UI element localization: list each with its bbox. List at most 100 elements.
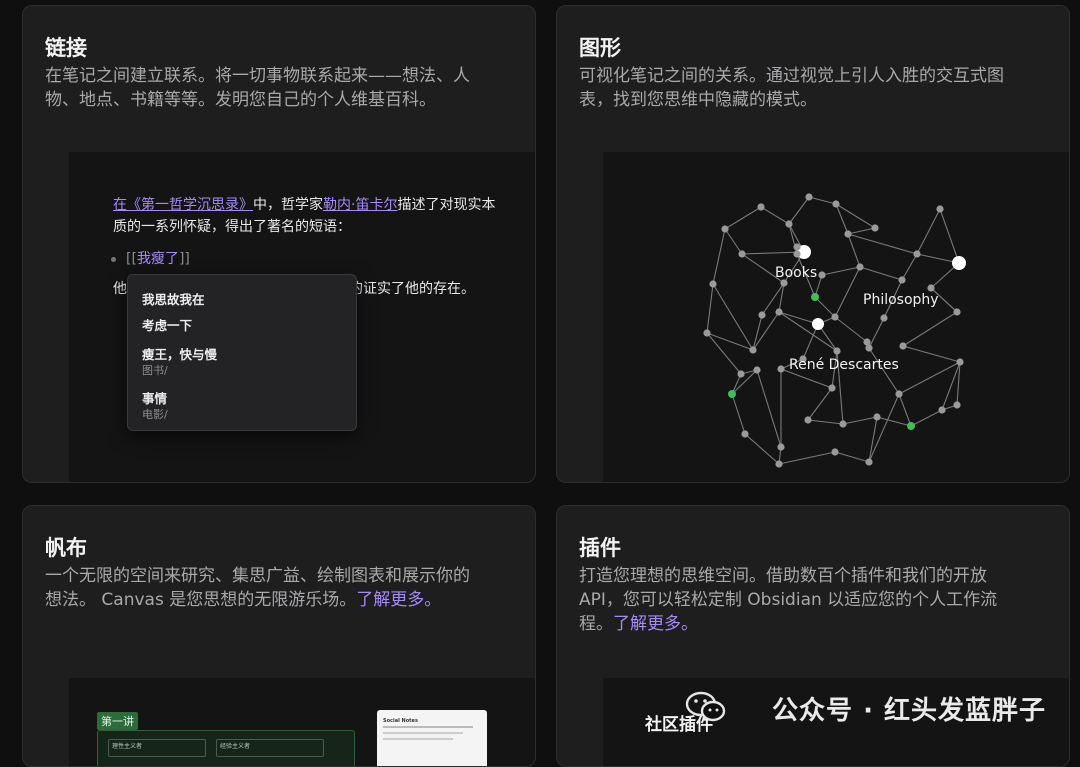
graph-node[interactable]: [839, 420, 847, 428]
bullet-dot: [111, 256, 116, 262]
plugins-desc-line1: 打造您理想的思维空间。借助数百个插件和我们的开放: [579, 566, 987, 586]
graph-node[interactable]: [728, 390, 736, 398]
suggestion-item[interactable]: 事情: [142, 388, 167, 407]
graph-node[interactable]: [907, 422, 915, 430]
graph-edge: [847, 227, 876, 235]
graph-edge: [752, 311, 780, 351]
graph-edge: [778, 311, 819, 325]
graph-edge: [712, 283, 754, 351]
graph-node[interactable]: [863, 338, 871, 346]
graph-node[interactable]: [833, 347, 841, 355]
graph-node[interactable]: [777, 443, 785, 451]
graph-edge: [834, 266, 861, 318]
graph-node[interactable]: [898, 276, 906, 284]
editor-line4-end: 的证实了他的存在。: [349, 281, 475, 297]
graph-node[interactable]: [793, 250, 801, 258]
mini-note-title: Social Notes: [383, 718, 418, 724]
suggestion-item[interactable]: 我思故我在: [142, 289, 205, 308]
suggestion-path: 电影/: [142, 408, 168, 421]
editor-paragraph: 在《第一哲学沉思录》中，哲学家勒内·笛卡尔描述了对现实本 质的一系列怀疑，得出了…: [113, 194, 533, 238]
editor-line2: 质的一系列怀疑，得出了著名的短语：: [113, 219, 351, 235]
canvas-title: 帆布: [45, 536, 87, 560]
graph-node[interactable]: [828, 384, 836, 392]
graph-node[interactable]: [793, 243, 801, 251]
graph-label-books: Books: [775, 265, 817, 281]
graph-node[interactable]: [880, 314, 888, 322]
graph-svg: Books Philosophy René Descartes: [703, 193, 966, 468]
graph-edge: [807, 419, 844, 425]
graph-node[interactable]: [844, 230, 852, 238]
graph-node[interactable]: [831, 448, 839, 456]
bracket-open: [[: [126, 251, 137, 267]
graph-node[interactable]: [812, 318, 824, 330]
graph-node[interactable]: [913, 250, 921, 258]
graph-node[interactable]: [741, 430, 749, 438]
graph-edge: [814, 296, 836, 318]
graph-node[interactable]: [785, 220, 793, 228]
graph-edge: [808, 196, 837, 205]
plugins-learn-more-link[interactable]: 了解更多。: [613, 614, 698, 634]
graph-node[interactable]: [895, 390, 903, 398]
graph-node[interactable]: [899, 342, 907, 350]
plugins-desc-line2: API，您可以轻松定制 Obsidian 以适应您的个人工作流: [579, 590, 998, 610]
graph-node[interactable]: [757, 203, 765, 211]
graph-edge: [835, 203, 849, 235]
suggestion-item[interactable]: 瘦王，快与慢: [142, 344, 217, 363]
suggestion-item[interactable]: 考虑一下: [142, 315, 192, 334]
graph-node[interactable]: [871, 224, 879, 232]
bracket-close: ]]: [178, 251, 190, 267]
bullet-link-text[interactable]: 我瘦了: [137, 251, 179, 267]
graph-node[interactable]: [953, 401, 961, 409]
graph-node[interactable]: [832, 200, 840, 208]
graph-node[interactable]: [738, 250, 746, 258]
graph-node[interactable]: [938, 406, 946, 414]
graph-edge: [724, 228, 743, 255]
canvas-learn-more-link[interactable]: 了解更多。: [356, 590, 441, 610]
graph-node[interactable]: [936, 205, 944, 213]
graph-node[interactable]: [831, 313, 839, 321]
graph-node[interactable]: [804, 416, 812, 424]
graph-node[interactable]: [775, 308, 783, 316]
graph-node[interactable]: [805, 193, 813, 201]
graph-card: 图形 可视化笔记之间的关系。通过视觉上引人入胜的交互式图 表，找到您思维中隐藏的…: [556, 5, 1070, 483]
graph-node[interactable]: [873, 413, 881, 421]
graph-node[interactable]: [865, 458, 873, 466]
graph-node[interactable]: [758, 311, 766, 319]
graph-node[interactable]: [952, 256, 966, 270]
graph-node[interactable]: [818, 271, 826, 279]
graph-node[interactable]: [721, 225, 729, 233]
graph-node[interactable]: [775, 460, 783, 468]
links-description: 在笔记之间建立联系。将一切事物联系起来——想法、人 物、地点、书籍等等。发明您自…: [45, 64, 470, 112]
graph-node[interactable]: [777, 365, 785, 373]
graph-node[interactable]: [811, 293, 819, 301]
graph-node[interactable]: [956, 358, 964, 366]
editor-text-end: 描述了对现实本: [397, 197, 496, 213]
graph-edge: [901, 253, 918, 281]
wikilink-meditations[interactable]: 在《第一哲学沉思录》: [113, 197, 253, 213]
graph-node[interactable]: [856, 263, 864, 271]
graph-node[interactable]: [953, 308, 961, 316]
graph-node[interactable]: [709, 280, 717, 288]
graph-edge: [731, 393, 746, 435]
links-desc-line1: 在笔记之间建立联系。将一切事物联系起来——想法、人: [45, 66, 470, 86]
canvas-card-empiricists[interactable]: 经验主义者: [216, 739, 324, 757]
graph-node[interactable]: [737, 370, 745, 378]
canvas-card-rationalists[interactable]: 理性主义者: [108, 739, 206, 757]
graph-description: 可视化笔记之间的关系。通过视觉上引人入胜的交互式图 表，找到您思维中隐藏的模式。: [579, 64, 1004, 112]
graph-view[interactable]: Books Philosophy René Descartes: [603, 152, 1069, 482]
graph-edge: [788, 196, 810, 225]
graph-node[interactable]: [703, 329, 711, 337]
link-suggestion-popup: 我思故我在 考虑一下 瘦王，快与慢 图书/ 事情 电影/: [127, 274, 357, 431]
graph-edge: [821, 266, 861, 276]
graph-edge: [752, 314, 763, 351]
plugins-card: 插件 打造您理想的思维空间。借助数百个插件和我们的开放 API，您可以轻松定制 …: [556, 505, 1070, 767]
graph-edge: [760, 206, 790, 225]
wikilink-descartes[interactable]: 勒内·笛卡尔: [323, 197, 397, 213]
canvas-group: 理性主义者 经验主义者: [97, 730, 355, 766]
graph-node[interactable]: [927, 284, 935, 292]
watermark-text: 公众号 · 红头发蓝胖子: [772, 696, 1046, 726]
graph-node[interactable]: [749, 346, 757, 354]
graph-edge: [847, 233, 918, 255]
graph-node[interactable]: [753, 366, 761, 374]
graph-desc-line2: 表，找到您思维中隐藏的模式。: [579, 90, 817, 110]
